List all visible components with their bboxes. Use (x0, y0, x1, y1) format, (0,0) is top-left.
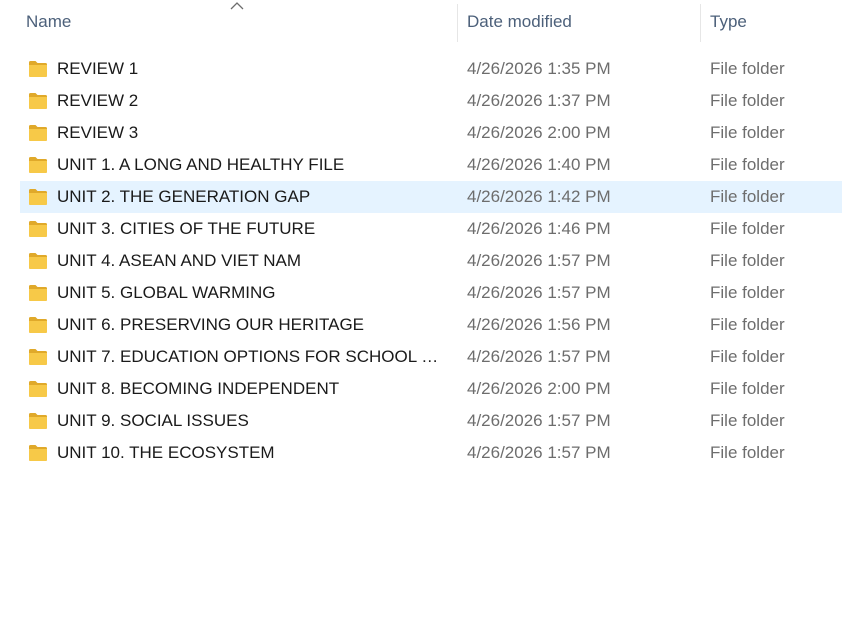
folder-icon (28, 123, 48, 142)
file-row[interactable]: UNIT 7. EDUCATION OPTIONS FOR SCHOOL LE.… (0, 341, 842, 373)
file-row[interactable]: UNIT 4. ASEAN AND VIET NAM 4/26/2026 1:57… (0, 245, 842, 277)
file-type: File folder (710, 315, 785, 334)
file-row[interactable]: UNIT 9. SOCIAL ISSUES 4/26/2026 1:57 PM Fi… (0, 405, 842, 437)
folder-icon (28, 283, 48, 302)
folder-icon (28, 411, 48, 430)
file-type: File folder (710, 187, 785, 206)
file-row[interactable]: UNIT 5. GLOBAL WARMING 4/26/2026 1:57 PM F… (0, 277, 842, 309)
file-type: File folder (710, 219, 785, 238)
date-modified: 4/26/2026 1:57 PM (467, 411, 611, 430)
file-type: File folder (710, 91, 785, 110)
file-row[interactable]: UNIT 3. CITIES OF THE FUTURE 4/26/2026 1:… (0, 213, 842, 245)
file-type: File folder (710, 155, 785, 174)
column-resize-handle-name[interactable] (457, 4, 458, 42)
folder-icon (28, 59, 48, 78)
date-modified: 4/26/2026 1:56 PM (467, 315, 611, 334)
file-type: File folder (710, 379, 785, 398)
column-resize-handle-date[interactable] (700, 4, 701, 42)
date-modified: 4/26/2026 2:00 PM (467, 123, 611, 142)
column-header-type[interactable]: Type (710, 0, 840, 44)
file-row[interactable]: REVIEW 1 4/26/2026 1:35 PM File folder (0, 53, 842, 85)
file-type: File folder (710, 443, 785, 462)
file-row[interactable]: UNIT 8. BECOMING INDEPENDENT 4/26/2026 2:… (0, 373, 842, 405)
file-name: REVIEW 1 (57, 59, 139, 78)
date-modified: 4/26/2026 2:00 PM (467, 379, 611, 398)
file-name: UNIT 1. A LONG AND HEALTHY FILE (57, 155, 345, 174)
folder-icon (28, 251, 48, 270)
date-modified: 4/26/2026 1:57 PM (467, 443, 611, 462)
file-type: File folder (710, 251, 785, 270)
file-row[interactable]: REVIEW 3 4/26/2026 2:00 PM File folder (0, 117, 842, 149)
column-header-name-label: Name (26, 12, 72, 31)
file-name: UNIT 10. THE ECOSYSTEM (57, 443, 275, 462)
file-name: REVIEW 3 (57, 123, 139, 142)
file-row[interactable]: UNIT 2. THE GENERATION GAP 4/26/2026 1:42… (0, 181, 842, 213)
folder-icon (28, 187, 48, 206)
file-name: UNIT 6. PRESERVING OUR HERITAGE (57, 315, 365, 334)
file-name: UNIT 5. GLOBAL WARMING (57, 283, 276, 302)
column-header-bar: Name Date modified Type (0, 0, 842, 44)
date-modified: 4/26/2026 1:40 PM (467, 155, 611, 174)
file-type: File folder (710, 59, 785, 78)
folder-icon (28, 347, 48, 366)
folder-icon (28, 379, 48, 398)
file-name: REVIEW 2 (57, 91, 139, 110)
column-header-date-label: Date modified (467, 12, 572, 31)
date-modified: 4/26/2026 1:46 PM (467, 219, 611, 238)
column-header-date-modified[interactable]: Date modified (467, 0, 699, 44)
file-name: UNIT 4. ASEAN AND VIET NAM (57, 251, 302, 270)
file-row[interactable]: REVIEW 2 4/26/2026 1:37 PM File folder (0, 85, 842, 117)
file-name: UNIT 7. EDUCATION OPTIONS FOR SCHOOL LE.… (57, 347, 447, 366)
date-modified: 4/26/2026 1:57 PM (467, 283, 611, 302)
date-modified: 4/26/2026 1:57 PM (467, 347, 611, 366)
folder-icon (28, 155, 48, 174)
file-name: UNIT 8. BECOMING INDEPENDENT (57, 379, 340, 398)
folder-icon (28, 219, 48, 238)
file-row[interactable]: UNIT 10. THE ECOSYSTEM 4/26/2026 1:57 PM F… (0, 437, 842, 469)
file-name: UNIT 2. THE GENERATION GAP (57, 187, 311, 206)
file-row[interactable]: UNIT 1. A LONG AND HEALTHY FILE 4/26/2026… (0, 149, 842, 181)
file-name: UNIT 3. CITIES OF THE FUTURE (57, 219, 316, 238)
folder-icon (28, 315, 48, 334)
date-modified: 4/26/2026 1:37 PM (467, 91, 611, 110)
file-list-view: Name Date modified Type REVIEW 1 4/26/202… (0, 0, 842, 620)
column-header-type-label: Type (710, 12, 747, 31)
file-name: UNIT 9. SOCIAL ISSUES (57, 411, 249, 430)
folder-icon (28, 91, 48, 110)
file-type: File folder (710, 347, 785, 366)
folder-icon (28, 443, 48, 462)
file-list: REVIEW 1 4/26/2026 1:35 PM File folder REVI… (0, 53, 842, 469)
date-modified: 4/26/2026 1:57 PM (467, 251, 611, 270)
file-row[interactable]: UNIT 6. PRESERVING OUR HERITAGE 4/26/2026… (0, 309, 842, 341)
date-modified: 4/26/2026 1:42 PM (467, 187, 611, 206)
file-type: File folder (710, 123, 785, 142)
sort-ascending-icon (230, 2, 244, 10)
date-modified: 4/26/2026 1:35 PM (467, 59, 611, 78)
file-type: File folder (710, 283, 785, 302)
file-type: File folder (710, 411, 785, 430)
